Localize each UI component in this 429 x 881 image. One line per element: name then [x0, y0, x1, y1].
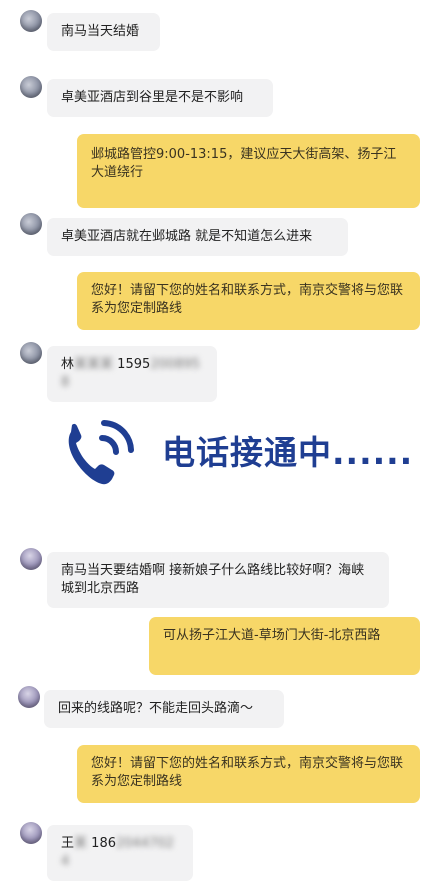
avatar: [20, 10, 42, 32]
incoming-message-bubble: 卓美亚酒店到谷里是不是不影响: [47, 79, 273, 117]
message-text: 卓美亚酒店就在邺城路 就是不知道怎么进来: [61, 229, 313, 244]
call-status-text: 电话接通中......: [162, 433, 414, 472]
message-text: 南马当天结婚: [61, 24, 140, 39]
avatar: [20, 213, 42, 235]
message-text: 卓美亚酒店到谷里是不是不影响: [61, 90, 244, 105]
message-text: 回来的线路呢？不能走回头路滴～: [58, 701, 254, 716]
incoming-message-bubble: 卓美亚酒店就在邺城路 就是不知道怎么进来: [47, 218, 348, 256]
incoming-message-bubble: 南马当天要结婚啊 接新娘子什么路线比较好啊？海峡城到北京西路: [47, 552, 389, 608]
message-text: 您好！请留下您的姓名和联系方式，南京交警将与您联系为您定制路线: [91, 283, 404, 316]
avatar: [20, 548, 42, 570]
avatar: [18, 686, 40, 708]
name-text: 林: [61, 357, 75, 372]
incoming-message-bubble: 南马当天结婚: [47, 13, 160, 51]
avatar: [20, 76, 42, 98]
redacted-name: 某: [74, 836, 88, 851]
incoming-message-bubble: 王某 18620447024: [47, 825, 193, 881]
avatar: [20, 342, 42, 364]
incoming-message-bubble: 林某某某 15952008958: [47, 346, 217, 402]
outgoing-message-bubble: 可从扬子江大道-草场门大街-北京西路: [149, 617, 420, 675]
message-text: 邺城路管控9:00-13:15，建议应天大街高架、扬子江大道绕行: [91, 147, 397, 180]
phone-text: 186: [91, 836, 116, 851]
incoming-message-bubble: 回来的线路呢？不能走回头路滴～: [44, 690, 284, 728]
redacted-name: 某某某: [74, 357, 114, 372]
outgoing-message-bubble: 邺城路管控9:00-13:15，建议应天大街高架、扬子江大道绕行: [77, 134, 420, 208]
call-connecting-banner: 电话接通中......: [62, 408, 412, 490]
message-text: 可从扬子江大道-草场门大街-北京西路: [163, 628, 381, 643]
outgoing-message-bubble: 您好！请留下您的姓名和联系方式，南京交警将与您联系为您定制路线: [77, 745, 420, 803]
message-text: 您好！请留下您的姓名和联系方式，南京交警将与您联系为您定制路线: [91, 756, 404, 789]
avatar: [20, 822, 42, 844]
outgoing-message-bubble: 您好！请留下您的姓名和联系方式，南京交警将与您联系为您定制路线: [77, 272, 420, 330]
phone-text: 1595: [117, 357, 151, 372]
phone-call-icon: [68, 420, 134, 485]
message-text: 南马当天要结婚啊 接新娘子什么路线比较好啊？海峡城到北京西路: [61, 563, 365, 596]
name-text: 王: [61, 836, 75, 851]
